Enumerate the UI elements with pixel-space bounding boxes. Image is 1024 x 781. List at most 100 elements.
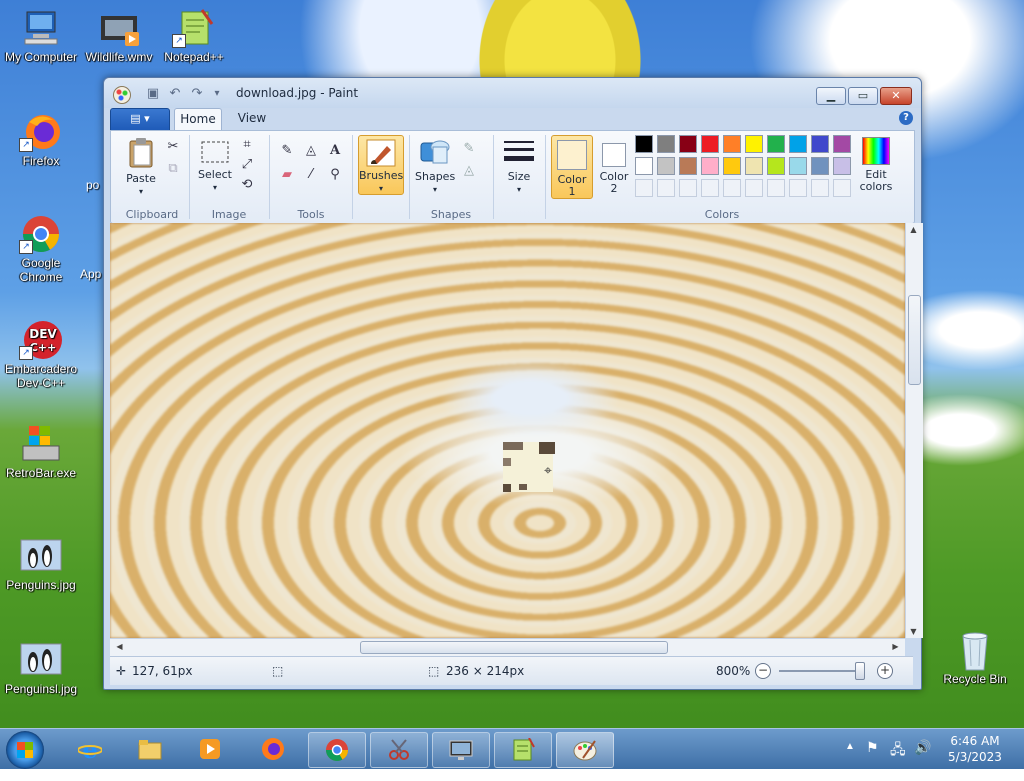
palette-swatch[interactable]	[723, 157, 741, 175]
volume-icon[interactable]: 🔊	[914, 739, 931, 779]
size-button[interactable]: Size ▾	[501, 137, 537, 196]
taskbar-internet-explorer[interactable]: e	[62, 732, 118, 766]
redo-icon[interactable]: ↷	[190, 87, 204, 101]
file-menu-button[interactable]: ▤ ▾	[110, 108, 170, 131]
vertical-scrollbar[interactable]: ▲ ▼	[905, 223, 923, 638]
taskbar-paint[interactable]	[556, 732, 614, 768]
horizontal-scrollbar[interactable]: ◀ ▶	[110, 638, 905, 656]
palette-custom-slot[interactable]	[701, 179, 719, 197]
desktop-icon-penguins[interactable]: Penguins.jpg	[0, 536, 82, 592]
palette-swatch[interactable]	[701, 135, 719, 153]
zoom-out-button[interactable]: −	[755, 663, 771, 679]
title-bar[interactable]: ▣ ↶ ↷ ▾ download.jpg - Paint ▁ ▭ ✕	[104, 78, 921, 108]
desktop-icon-recycle-bin[interactable]: Recycle Bin	[934, 630, 1016, 686]
palette-swatch[interactable]	[635, 157, 653, 175]
desktop-icon-notepadpp[interactable]: ↗ Notepad++	[153, 8, 235, 64]
magnifier-icon[interactable]: ⚲	[325, 165, 345, 185]
palette-swatch[interactable]	[789, 135, 807, 153]
palette-swatch[interactable]	[679, 157, 697, 175]
taskbar-snipping-tool[interactable]	[370, 732, 428, 768]
zoom-slider-knob[interactable]	[855, 662, 865, 680]
palette-swatch[interactable]	[745, 157, 763, 175]
desktop-icon-firefox[interactable]: ↗ Firefox	[0, 112, 82, 168]
palette-swatch[interactable]	[811, 157, 829, 175]
canvas[interactable]: ⌖	[110, 223, 905, 638]
rotate-icon[interactable]: ⟲	[237, 175, 257, 195]
edit-colors-button[interactable]: Edit colors	[855, 137, 897, 193]
zoom-in-button[interactable]: +	[877, 663, 893, 679]
show-hidden-icons-icon[interactable]: ▲	[845, 741, 855, 781]
eraser-icon[interactable]: ▰	[277, 165, 297, 185]
maximize-button[interactable]: ▭	[848, 87, 878, 105]
desktop-icon-penguins2[interactable]: Penguinsl.jpg	[0, 640, 82, 696]
scroll-left-icon[interactable]: ◀	[112, 642, 127, 651]
desktop-icon-chrome[interactable]: ↗ Google Chrome	[0, 214, 82, 284]
color1-button[interactable]: Color 1	[551, 135, 593, 199]
palette-custom-slot[interactable]	[723, 179, 741, 197]
tab-home[interactable]: Home	[174, 108, 222, 130]
copy-icon[interactable]: ⧉	[163, 159, 183, 179]
minimize-button[interactable]: ▁	[816, 87, 846, 105]
palette-swatch[interactable]	[745, 135, 763, 153]
desktop-icon-devcpp[interactable]: DEV C++ ↗ Embarcadero Dev-C++	[0, 320, 82, 390]
outline-icon[interactable]: ✎	[459, 139, 479, 159]
brushes-button[interactable]: Brushes ▾	[358, 135, 404, 195]
vertical-scroll-thumb[interactable]	[908, 295, 921, 385]
pencil-icon[interactable]: ✎	[277, 141, 297, 161]
palette-custom-slot[interactable]	[833, 179, 851, 197]
fill-icon[interactable]: ◬	[459, 161, 479, 181]
action-center-flag-icon[interactable]: ⚑	[866, 739, 879, 779]
taskbar-display[interactable]	[432, 732, 490, 768]
zoom-slider-track[interactable]	[779, 670, 859, 672]
palette-swatch[interactable]	[657, 157, 675, 175]
scroll-right-icon[interactable]: ▶	[888, 642, 903, 651]
close-button[interactable]: ✕	[880, 87, 912, 105]
undo-icon[interactable]: ↶	[168, 87, 182, 101]
resize-icon[interactable]: ⤢	[237, 155, 257, 175]
palette-swatch[interactable]	[767, 157, 785, 175]
network-icon[interactable]: 🖧	[890, 739, 906, 779]
palette-swatch[interactable]	[635, 135, 653, 153]
palette-custom-slot[interactable]	[745, 179, 763, 197]
palette-swatch[interactable]	[789, 157, 807, 175]
cut-icon[interactable]: ✂	[163, 137, 183, 157]
palette-custom-slot[interactable]	[657, 179, 675, 197]
tab-view[interactable]: View	[230, 108, 274, 129]
palette-custom-slot[interactable]	[635, 179, 653, 197]
palette-swatch[interactable]	[723, 135, 741, 153]
palette-swatch[interactable]	[833, 135, 851, 153]
desktop-icon-my-computer[interactable]: My Computer	[0, 8, 82, 64]
palette-custom-slot[interactable]	[789, 179, 807, 197]
taskbar-notepadpp[interactable]	[494, 732, 552, 768]
palette-custom-slot[interactable]	[767, 179, 785, 197]
scroll-down-icon[interactable]: ▼	[906, 627, 921, 636]
paint-app-icon[interactable]	[113, 86, 131, 104]
palette-swatch[interactable]	[657, 135, 675, 153]
select-button[interactable]: Select ▾	[195, 139, 235, 194]
crop-icon[interactable]: ⌗	[237, 135, 257, 155]
text-tool-icon[interactable]: A	[325, 141, 345, 161]
taskbar-explorer[interactable]	[122, 732, 178, 766]
system-clock[interactable]: 6:46 AM 5/3/2023	[940, 733, 1010, 765]
palette-swatch[interactable]	[767, 135, 785, 153]
paste-button[interactable]: Paste ▾	[119, 137, 163, 198]
start-button[interactable]	[6, 731, 44, 769]
palette-custom-slot[interactable]	[811, 179, 829, 197]
palette-swatch[interactable]	[679, 135, 697, 153]
taskbar-firefox[interactable]	[245, 732, 301, 766]
palette-swatch[interactable]	[811, 135, 829, 153]
color2-button[interactable]: Color 2	[595, 135, 633, 195]
scroll-up-icon[interactable]: ▲	[906, 225, 921, 234]
help-icon[interactable]: ?	[899, 111, 913, 125]
desktop-icon-wildlife[interactable]: Wildlife.wmv	[78, 8, 160, 64]
shapes-button[interactable]: Shapes ▾	[415, 137, 455, 196]
palette-swatch[interactable]	[701, 157, 719, 175]
palette-custom-slot[interactable]	[679, 179, 697, 197]
fill-bucket-icon[interactable]: ◬	[301, 141, 321, 161]
horizontal-scroll-thumb[interactable]	[360, 641, 668, 654]
taskbar-media-player[interactable]	[182, 732, 238, 766]
customize-quick-access-icon[interactable]: ▾	[210, 87, 224, 101]
desktop-icon-retrobar[interactable]: RetroBar.exe	[0, 424, 82, 480]
save-icon[interactable]: ▣	[146, 87, 160, 101]
taskbar-chrome[interactable]	[308, 732, 366, 768]
